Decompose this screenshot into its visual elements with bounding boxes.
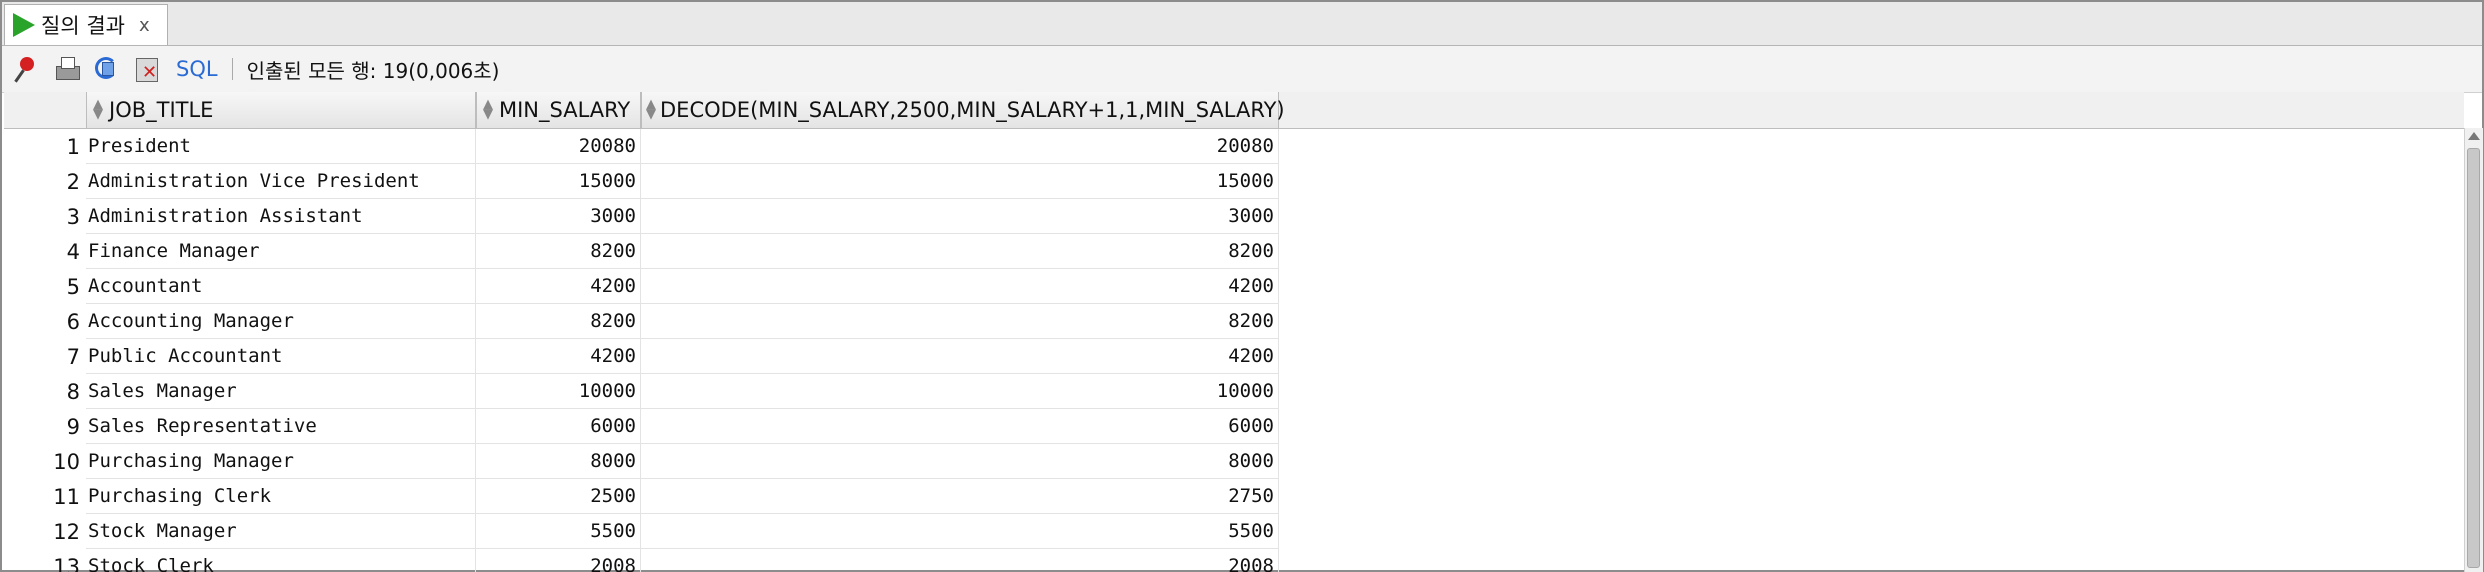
cell-min-salary[interactable]: 3000 <box>476 199 641 234</box>
cell-min-salary[interactable]: 15000 <box>476 164 641 199</box>
print-icon[interactable] <box>52 54 82 84</box>
cell-job-title[interactable]: Public Accountant <box>86 339 476 374</box>
cell-min-salary[interactable]: 5500 <box>476 514 641 549</box>
table-row[interactable]: 12 Stock Manager 5500 5500 <box>4 514 1279 549</box>
column-header-min-salary[interactable]: ▲ ▼ MIN_SALARY <box>476 92 641 128</box>
table-row[interactable]: 4 Finance Manager 8200 8200 <box>4 234 1279 269</box>
cell-decode[interactable]: 20080 <box>641 129 1279 164</box>
cell-job-title[interactable]: Purchasing Clerk <box>86 479 476 514</box>
cell-min-salary[interactable]: 8000 <box>476 444 641 479</box>
tab-query-result[interactable]: 질의 결과 x <box>4 4 168 45</box>
cell-job-title[interactable]: Finance Manager <box>86 234 476 269</box>
close-icon[interactable]: x <box>139 15 150 36</box>
column-header-label: JOB_TITLE <box>109 98 214 122</box>
table-row[interactable]: 13 Stock Clerk 2008 2008 <box>4 549 1279 572</box>
row-number[interactable]: 4 <box>4 234 84 269</box>
column-header-label: DECODE(MIN_SALARY,2500,MIN_SALARY+1,1,MI… <box>660 98 1285 122</box>
sort-icon[interactable]: ▲ ▼ <box>646 98 656 121</box>
row-number[interactable]: 11 <box>4 479 84 514</box>
cell-job-title[interactable]: Accounting Manager <box>86 304 476 339</box>
cell-min-salary[interactable]: 4200 <box>476 339 641 374</box>
table-row[interactable]: 6 Accounting Manager 8200 8200 <box>4 304 1279 339</box>
cell-job-title[interactable]: Administration Assistant <box>86 199 476 234</box>
cell-min-salary[interactable]: 2008 <box>476 549 641 572</box>
scroll-up-icon[interactable] <box>2468 132 2480 140</box>
cell-min-salary[interactable]: 4200 <box>476 269 641 304</box>
cell-job-title[interactable]: Purchasing Manager <box>86 444 476 479</box>
sql-button[interactable]: SQL <box>176 57 218 81</box>
cell-min-salary[interactable]: 6000 <box>476 409 641 444</box>
cell-job-title[interactable]: President <box>86 129 476 164</box>
pin-icon[interactable] <box>12 54 42 84</box>
toolbar-separator <box>231 58 233 80</box>
table-row[interactable]: 2 Administration Vice President 15000 15000 <box>4 164 1279 199</box>
cell-decode[interactable]: 15000 <box>641 164 1279 199</box>
cell-decode[interactable]: 8200 <box>641 234 1279 269</box>
column-header-decode[interactable]: ▲ ▼ DECODE(MIN_SALARY,2500,MIN_SALARY+1,1… <box>641 92 1285 128</box>
cell-decode[interactable]: 4200 <box>641 339 1279 374</box>
row-number[interactable]: 3 <box>4 199 84 234</box>
row-number[interactable]: 7 <box>4 339 84 374</box>
row-number[interactable]: 9 <box>4 409 84 444</box>
row-number[interactable]: 13 <box>4 549 84 572</box>
cell-decode[interactable]: 8000 <box>641 444 1279 479</box>
table-row[interactable]: 3 Administration Assistant 3000 3000 <box>4 199 1279 234</box>
grid-header: ▲ ▼ JOB_TITLE ▲ ▼ MIN_SALARY ▲ ▼ DECODE(MIN… <box>4 92 2464 129</box>
cell-decode[interactable]: 4200 <box>641 269 1279 304</box>
table-row[interactable]: 7 Public Accountant 4200 4200 <box>4 339 1279 374</box>
cell-decode[interactable]: 3000 <box>641 199 1279 234</box>
results-grid: ▲ ▼ JOB_TITLE ▲ ▼ MIN_SALARY ▲ ▼ DECODE(MIN… <box>4 92 2464 572</box>
cell-decode[interactable]: 8200 <box>641 304 1279 339</box>
cell-job-title[interactable]: Stock Manager <box>86 514 476 549</box>
cell-decode[interactable]: 6000 <box>641 409 1279 444</box>
query-result-panel: 질의 결과 x SQL 인출된 모든 행: 19(0,006초) ▲▼ JOB_… <box>0 0 2484 572</box>
row-number[interactable]: 1 <box>4 129 84 164</box>
row-number[interactable]: 6 <box>4 304 84 339</box>
table-row[interactable]: 5 Accountant 4200 4200 <box>4 269 1279 304</box>
cell-job-title[interactable]: Sales Manager <box>86 374 476 409</box>
tab-bar: 질의 결과 x <box>2 2 2482 46</box>
cell-decode[interactable]: 2008 <box>641 549 1279 572</box>
column-header-label: MIN_SALARY <box>499 98 631 122</box>
table-row[interactable]: 9 Sales Representative 6000 6000 <box>4 409 1279 444</box>
cell-job-title[interactable]: Accountant <box>86 269 476 304</box>
row-number[interactable]: 2 <box>4 164 84 199</box>
row-number[interactable]: 5 <box>4 269 84 304</box>
sort-icon[interactable]: ▲ ▼ <box>481 98 495 121</box>
cell-job-title[interactable]: Administration Vice President <box>86 164 476 199</box>
cell-job-title[interactable]: Sales Representative <box>86 409 476 444</box>
tab-label: 질의 결과 <box>41 14 125 38</box>
scroll-thumb[interactable] <box>2467 148 2480 568</box>
run-icon <box>13 13 35 37</box>
column-header-job-title[interactable]: ▲ ▼ JOB_TITLE <box>86 92 476 128</box>
cell-job-title[interactable]: Stock Clerk <box>86 549 476 572</box>
cell-min-salary[interactable]: 20080 <box>476 129 641 164</box>
cell-decode[interactable]: 10000 <box>641 374 1279 409</box>
sort-icon[interactable]: ▲ ▼ <box>91 98 105 121</box>
table-row[interactable]: 10 Purchasing Manager 8000 8000 <box>4 444 1279 479</box>
row-number[interactable]: 8 <box>4 374 84 409</box>
cell-decode[interactable]: 5500 <box>641 514 1279 549</box>
table-row[interactable]: 8 Sales Manager 10000 10000 <box>4 374 1279 409</box>
fetch-status: 인출된 모든 행: 19(0,006초) <box>246 58 500 83</box>
row-number[interactable]: 10 <box>4 444 84 479</box>
cell-min-salary[interactable]: 2500 <box>476 479 641 514</box>
toolbar: SQL 인출된 모든 행: 19(0,006초) <box>2 46 2482 93</box>
cell-decode[interactable]: 2750 <box>641 479 1279 514</box>
cell-min-salary[interactable]: 8200 <box>476 234 641 269</box>
vertical-scrollbar[interactable] <box>2464 128 2483 572</box>
table-row[interactable]: 1 President 20080 20080 <box>4 129 1279 164</box>
table-row[interactable]: 11 Purchasing Clerk 2500 2750 <box>4 479 1279 514</box>
row-number[interactable]: 12 <box>4 514 84 549</box>
refresh-icon[interactable] <box>92 54 122 84</box>
cell-min-salary[interactable]: 10000 <box>476 374 641 409</box>
delete-icon[interactable] <box>132 54 162 84</box>
cell-min-salary[interactable]: 8200 <box>476 304 641 339</box>
